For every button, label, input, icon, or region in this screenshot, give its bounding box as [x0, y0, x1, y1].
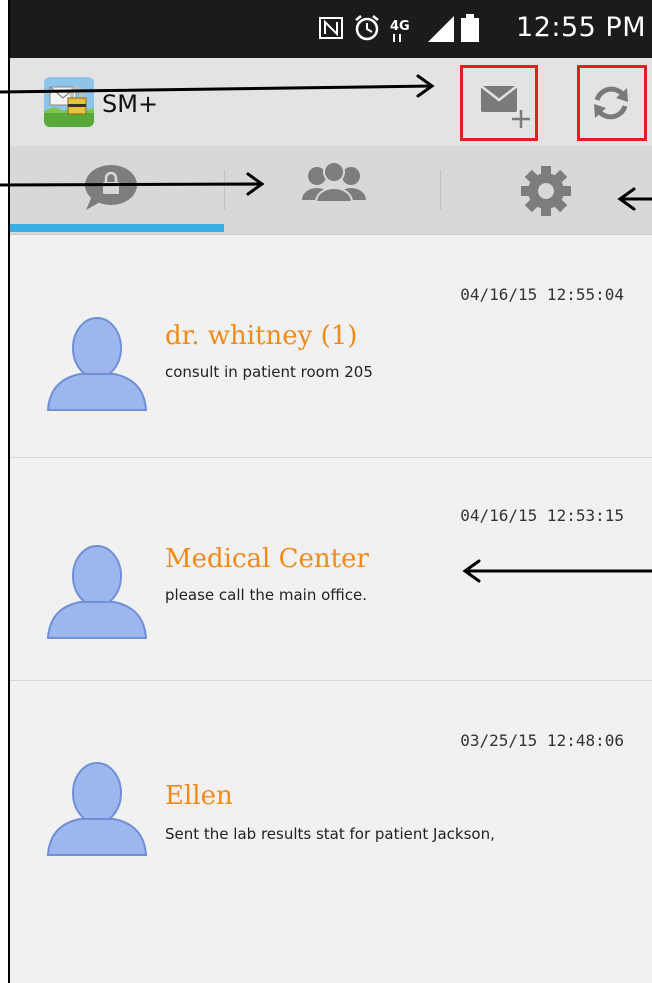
message-sender: dr. whitney (1) [165, 321, 358, 351]
tab-contacts[interactable] [224, 146, 440, 232]
active-tab-indicator [8, 224, 224, 232]
status-bar: 4G 12:55 PM [8, 0, 652, 58]
left-border [8, 0, 10, 983]
gear-icon [521, 166, 571, 216]
message-list-item[interactable]: 03/25/15 12:48:06 Ellen Sent the lab res… [8, 681, 652, 983]
message-timestamp: 04/16/15 12:55:04 [460, 285, 624, 304]
tab-settings[interactable] [440, 146, 652, 232]
lte-icon: 4G [390, 19, 410, 42]
message-sender: Ellen [165, 781, 233, 811]
app-logo-icon [44, 77, 94, 127]
message-timestamp: 03/25/15 12:48:06 [460, 731, 624, 750]
contact-avatar-icon [46, 762, 148, 856]
message-sender: Medical Center [165, 544, 369, 574]
alarm-icon [355, 15, 379, 41]
message-preview: consult in patient room 205 [165, 363, 373, 381]
locked-message-icon [85, 165, 137, 210]
message-list-item[interactable]: 04/16/15 12:55:04 dr. whitney (1) consul… [8, 235, 652, 458]
nfc-icon [319, 17, 343, 39]
signal-icon [428, 16, 454, 42]
message-preview: Sent the lab results stat for patient Ja… [165, 825, 495, 843]
highlight-refresh-box [577, 65, 647, 141]
message-list-item[interactable]: 04/16/15 12:53:15 Medical Center please … [8, 458, 652, 681]
highlight-compose-box [460, 65, 538, 141]
contacts-icon [302, 161, 366, 203]
message-preview: please call the main office. [165, 586, 368, 604]
battery-icon [461, 14, 479, 42]
app-title: SM+ [102, 90, 159, 118]
svg-text:4G: 4G [390, 19, 410, 34]
contact-avatar-icon [46, 317, 148, 411]
message-timestamp: 04/16/15 12:53:15 [460, 506, 624, 525]
tab-locked-messages[interactable] [8, 146, 224, 224]
contact-avatar-icon [46, 545, 148, 639]
status-time: 12:55 PM [516, 12, 646, 43]
phone-screen: 4G 12:55 PM SM+ 04/16/15 12:55:04 dr. wh… [8, 0, 652, 983]
action-bar: SM+ [8, 58, 652, 146]
